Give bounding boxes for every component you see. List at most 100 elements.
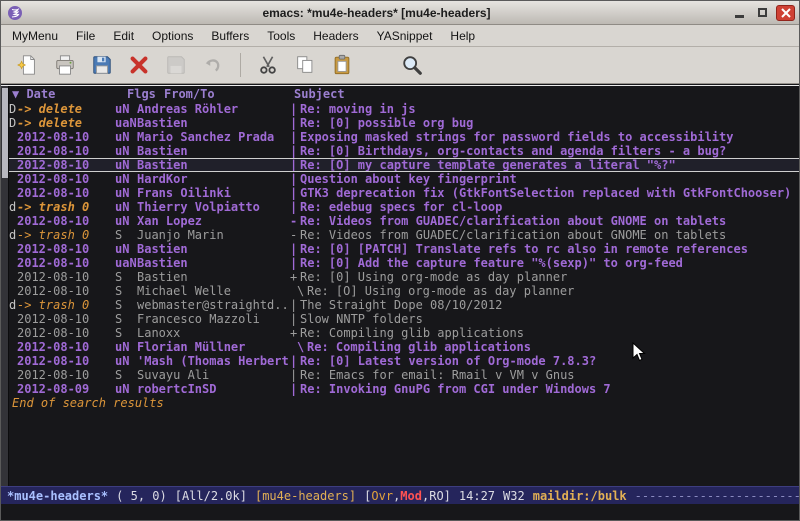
message-flags: uN xyxy=(115,242,137,256)
paste-button[interactable] xyxy=(327,50,357,80)
column-date[interactable]: ▼ Date xyxy=(9,86,127,102)
message-subject: Re: moving in js xyxy=(300,102,416,116)
message-from: Michael Welle xyxy=(137,284,290,298)
mark-char xyxy=(9,354,17,368)
scrollbar-thumb[interactable] xyxy=(2,88,8,178)
message-from: Bastien xyxy=(137,116,290,130)
message-subject: Question about key fingerprint xyxy=(300,172,517,186)
message-row[interactable]: 2012-08-10 uN Frans Oilinki | GTK3 depre… xyxy=(9,186,799,200)
new-file-button[interactable] xyxy=(13,50,43,80)
message-from: robertcInSD xyxy=(137,382,290,396)
message-row[interactable]: 2012-08-09 uN robertcInSD | Re: Invoking… xyxy=(9,382,799,396)
message-from: 'Mash (Thomas Herbert) xyxy=(137,354,290,368)
message-row[interactable]: D -> delete uN Andreas Röhler | Re: movi… xyxy=(9,102,799,116)
message-flags: uN xyxy=(115,159,137,171)
close-icon xyxy=(781,8,791,18)
message-date: 2012-08-10 xyxy=(17,214,115,228)
scrollbar[interactable] xyxy=(1,86,9,486)
column-flags[interactable]: Flgs xyxy=(127,86,164,102)
maximize-button[interactable] xyxy=(753,5,772,21)
cut-button[interactable] xyxy=(253,50,283,80)
menu-item-help[interactable]: Help xyxy=(441,26,484,46)
message-date: -> trash 0 xyxy=(17,228,115,242)
message-date: 2012-08-10 xyxy=(17,159,115,171)
thread-char: | xyxy=(290,186,300,200)
message-from: Mario Sanchez Prada xyxy=(137,130,290,144)
message-row[interactable]: d -> trash 0 S webmaster@straightd... | … xyxy=(9,298,799,312)
message-row[interactable]: d -> trash 0 uN Thierry Volpiatto | Re: … xyxy=(9,200,799,214)
message-row[interactable]: 2012-08-10 uN Florian Müllner \ Re: Comp… xyxy=(9,340,799,354)
mark-char xyxy=(9,312,17,326)
mark-char xyxy=(9,368,17,382)
message-subject: Re: [O] my capture template generates a … xyxy=(300,159,676,171)
message-flags: uN xyxy=(115,102,137,116)
copy-button[interactable] xyxy=(290,50,320,80)
message-from: Bastien xyxy=(137,159,290,171)
modeline-position: ( 5, 0) xyxy=(116,487,167,505)
search-button[interactable] xyxy=(397,50,427,80)
message-subject: Re: [0] Add the capture feature "%(sexp)… xyxy=(300,256,683,270)
menu-item-yasnippet[interactable]: YASnippet xyxy=(368,26,442,46)
message-from: webmaster@straightd... xyxy=(137,298,290,312)
message-row[interactable]: 2012-08-10 S Francesco Mazzoli | Slow NN… xyxy=(9,312,799,326)
menu-item-buffers[interactable]: Buffers xyxy=(202,26,258,46)
message-row[interactable]: 2012-08-10 uN Xan Lopez - Re: Videos fro… xyxy=(9,214,799,228)
mode-line: *mu4e-headers* ( 5, 0) [All/2.0k] [mu4e-… xyxy=(1,486,799,504)
message-row[interactable]: 2012-08-10 uN Bastien | Re: [0] Birthday… xyxy=(9,144,799,158)
message-subject: Re: [0] Birthdays, org-contacts and agen… xyxy=(300,144,726,158)
mark-char: d xyxy=(9,228,17,242)
message-from: Florian Müllner xyxy=(137,340,290,354)
message-date: -> delete xyxy=(17,102,115,116)
message-row[interactable]: 2012-08-10 uN Bastien | Re: [O] my captu… xyxy=(9,158,799,172)
undo-icon xyxy=(202,54,224,76)
end-of-results-message: End of search results xyxy=(9,396,799,410)
emacs-window: emacs: *mu4e-headers* [mu4e-headers] MyM… xyxy=(0,0,800,521)
thread-char: - xyxy=(290,214,300,228)
close-buffer-icon xyxy=(128,54,150,76)
mark-char xyxy=(9,214,17,228)
column-from[interactable]: From/To xyxy=(164,86,294,102)
mark-char xyxy=(9,270,17,284)
save-button[interactable] xyxy=(87,50,117,80)
mark-char: d xyxy=(9,200,17,214)
message-row[interactable]: 2012-08-10 uN Mario Sanchez Prada | Expo… xyxy=(9,130,799,144)
mark-char xyxy=(9,326,17,340)
menu-item-tools[interactable]: Tools xyxy=(258,26,304,46)
column-subject[interactable]: Subject xyxy=(294,86,799,102)
menu-item-headers[interactable]: Headers xyxy=(304,26,367,46)
message-row[interactable]: 2012-08-10 uN HardKor | Question about k… xyxy=(9,172,799,186)
message-row[interactable]: 2012-08-10 S Suvayu Ali | Re: Emacs for … xyxy=(9,368,799,382)
close-button[interactable] xyxy=(776,5,795,21)
message-from: Bastien xyxy=(137,242,290,256)
thread-char: | xyxy=(290,242,300,256)
message-flags: uaN xyxy=(115,256,137,270)
message-date: 2012-08-09 xyxy=(17,382,115,396)
menu-item-file[interactable]: File xyxy=(67,26,104,46)
window-title: emacs: *mu4e-headers* [mu4e-headers] xyxy=(23,6,730,20)
message-row[interactable]: 2012-08-10 S Michael Welle \ Re: [O] Usi… xyxy=(9,284,799,298)
message-row[interactable]: 2012-08-10 S Lanoxx + Re: Compiling glib… xyxy=(9,326,799,340)
message-row[interactable]: D -> delete uaN Bastien | Re: [0] possib… xyxy=(9,116,799,130)
menu-item-mymenu[interactable]: MyMenu xyxy=(3,26,67,46)
tool-bar xyxy=(1,47,799,84)
message-date: 2012-08-10 xyxy=(17,172,115,186)
message-from: Frans Oilinki xyxy=(137,186,290,200)
menu-item-edit[interactable]: Edit xyxy=(104,26,143,46)
modeline-bracket: ] xyxy=(444,489,451,503)
mark-char xyxy=(9,256,17,270)
title-bar[interactable]: emacs: *mu4e-headers* [mu4e-headers] xyxy=(1,1,799,25)
message-from: Francesco Mazzoli xyxy=(137,312,290,326)
close-buffer-button[interactable] xyxy=(124,50,154,80)
message-row[interactable]: 2012-08-10 uN 'Mash (Thomas Herbert) | R… xyxy=(9,354,799,368)
menu-item-options[interactable]: Options xyxy=(143,26,202,46)
message-date: 2012-08-10 xyxy=(17,270,115,284)
print-button[interactable] xyxy=(50,50,80,80)
minimize-button[interactable] xyxy=(730,5,749,21)
thread-char: | xyxy=(290,298,300,312)
message-from: Bastien xyxy=(137,270,290,284)
message-row[interactable]: 2012-08-10 uaN Bastien | Re: [0] Add the… xyxy=(9,256,799,270)
message-row[interactable]: 2012-08-10 uN Bastien | Re: [0] [PATCH] … xyxy=(9,242,799,256)
echo-area xyxy=(1,504,799,520)
message-row[interactable]: d -> trash 0 S Juanjo Marin - Re: Videos… xyxy=(9,228,799,242)
message-row[interactable]: 2012-08-10 S Bastien + Re: [0] Using org… xyxy=(9,270,799,284)
